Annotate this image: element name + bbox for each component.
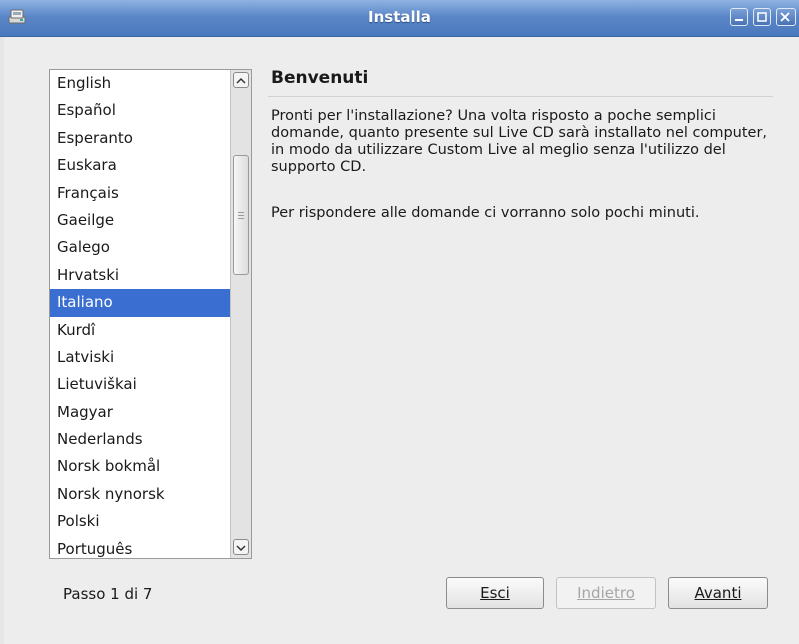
language-option[interactable]: Galego [50, 234, 230, 261]
language-option[interactable]: Lietuviškai [50, 371, 230, 398]
title-bar[interactable]: Installa [0, 0, 799, 37]
intro-text: Pronti per l'installazione? Una volta ri… [271, 108, 768, 175]
language-option[interactable]: English [50, 70, 230, 97]
installer-window: Installa English Español Esperanto Euskara F… [0, 0, 799, 644]
language-option[interactable]: Français [50, 180, 230, 207]
language-option[interactable]: Italiano [50, 289, 230, 317]
close-icon [780, 12, 790, 22]
language-option[interactable]: Español [50, 97, 230, 124]
minimize-button[interactable] [730, 8, 748, 26]
scroll-down-button[interactable] [233, 539, 249, 555]
page-title: Benvenuti [271, 68, 369, 88]
language-option[interactable]: Esperanto [50, 125, 230, 152]
language-option[interactable]: Norsk bokmål [50, 453, 230, 480]
scroll-thumb[interactable] [233, 155, 249, 275]
maximize-icon [757, 12, 767, 22]
language-option[interactable]: Norsk nynorsk [50, 481, 230, 508]
language-list-items[interactable]: English Español Esperanto Euskara Français Ga… [50, 70, 230, 558]
language-option[interactable]: Polski [50, 508, 230, 535]
window-border [0, 37, 4, 644]
chevron-up-icon [236, 77, 246, 84]
language-option[interactable]: Magyar [50, 399, 230, 426]
chevron-down-icon [236, 545, 246, 552]
step-indicator: Passo 1 di 7 [63, 585, 153, 603]
language-option[interactable]: Kurdî [50, 317, 230, 344]
language-option[interactable]: Português [50, 536, 230, 558]
minimize-icon [735, 19, 743, 21]
scroll-up-button[interactable] [233, 72, 249, 88]
language-option[interactable]: Euskara [50, 152, 230, 179]
heading-divider [268, 96, 773, 97]
back-button[interactable]: Indietro [556, 577, 656, 609]
language-option[interactable]: Nederlands [50, 426, 230, 453]
duration-text: Per rispondere alle domande ci vorranno … [271, 205, 700, 221]
close-button[interactable] [776, 8, 796, 26]
next-button[interactable]: Avanti [668, 577, 768, 609]
window-title: Installa [368, 8, 431, 26]
language-option[interactable]: Hrvatski [50, 262, 230, 289]
maximize-button[interactable] [753, 8, 771, 26]
language-option[interactable]: Gaeilge [50, 207, 230, 234]
language-option[interactable]: Latviski [50, 344, 230, 371]
language-list-scrollbar[interactable] [230, 70, 251, 558]
language-list[interactable]: English Español Esperanto Euskara Français Ga… [49, 69, 252, 559]
quit-button[interactable]: Esci [446, 577, 544, 609]
